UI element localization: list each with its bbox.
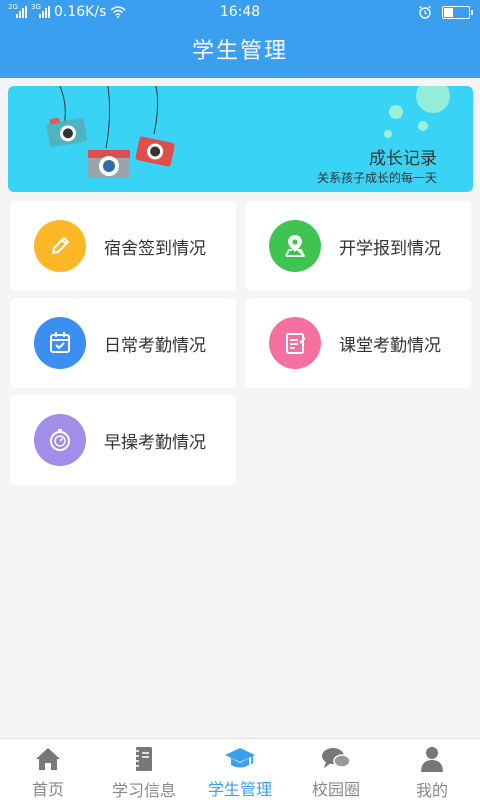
graduation-cap-icon bbox=[224, 745, 256, 772]
dorm-checkin-card[interactable]: 宿舍签到情况 bbox=[10, 201, 236, 291]
map-pin-icon bbox=[269, 220, 321, 272]
morning-exercise-card[interactable]: 早操考勤情况 bbox=[10, 395, 236, 485]
notebook-icon bbox=[132, 745, 156, 773]
page-title: 学生管理 bbox=[0, 26, 480, 78]
nav-home[interactable]: 首页 bbox=[0, 739, 96, 800]
growth-record-banner[interactable]: 成长记录 关系孩子成长的每一天 bbox=[8, 86, 473, 192]
morning-exercise-label: 早操考勤情况 bbox=[104, 432, 206, 453]
status-bar: 2G 3G 0.16K/s 16:48 bbox=[0, 0, 480, 26]
nav-student-management[interactable]: 学生管理 bbox=[192, 739, 288, 800]
notepad-icon bbox=[269, 317, 321, 369]
alarm-icon bbox=[419, 5, 431, 19]
home-icon bbox=[33, 745, 63, 772]
chat-bubbles-icon bbox=[320, 745, 352, 772]
enrollment-label: 开学报到情况 bbox=[339, 238, 441, 259]
stopwatch-icon bbox=[34, 414, 86, 466]
user-icon bbox=[418, 745, 446, 773]
status-time: 16:48 bbox=[219, 4, 261, 20]
dorm-checkin-label: 宿舍签到情况 bbox=[104, 238, 206, 259]
nav-campus-circle-label: 校园圈 bbox=[311, 780, 360, 799]
nav-me[interactable]: 我的 bbox=[384, 739, 480, 800]
enrollment-card[interactable]: 开学报到情况 bbox=[245, 201, 471, 291]
pencil-icon bbox=[34, 220, 86, 272]
nav-home-label: 首页 bbox=[31, 780, 64, 799]
daily-attendance-label: 日常考勤情况 bbox=[104, 335, 206, 356]
calendar-check-icon bbox=[34, 317, 86, 369]
nav-me-label: 我的 bbox=[415, 781, 448, 800]
nav-study-info-label: 学习信息 bbox=[111, 781, 176, 800]
daily-attendance-card[interactable]: 日常考勤情况 bbox=[10, 298, 236, 388]
nav-campus-circle[interactable]: 校园圈 bbox=[288, 739, 384, 800]
banner-title: 成长记录 bbox=[369, 149, 437, 169]
bottom-nav: 首页 学习信息 学生管理 校园圈 我的 bbox=[0, 738, 480, 800]
nav-student-management-label: 学生管理 bbox=[207, 780, 272, 799]
battery-icon bbox=[442, 5, 473, 19]
status-right bbox=[418, 5, 473, 19]
banner-subtitle: 关系孩子成长的每一天 bbox=[316, 171, 437, 185]
class-attendance-label: 课堂考勤情况 bbox=[339, 335, 441, 356]
nav-study-info[interactable]: 学习信息 bbox=[96, 739, 192, 800]
class-attendance-card[interactable]: 课堂考勤情况 bbox=[245, 298, 471, 388]
